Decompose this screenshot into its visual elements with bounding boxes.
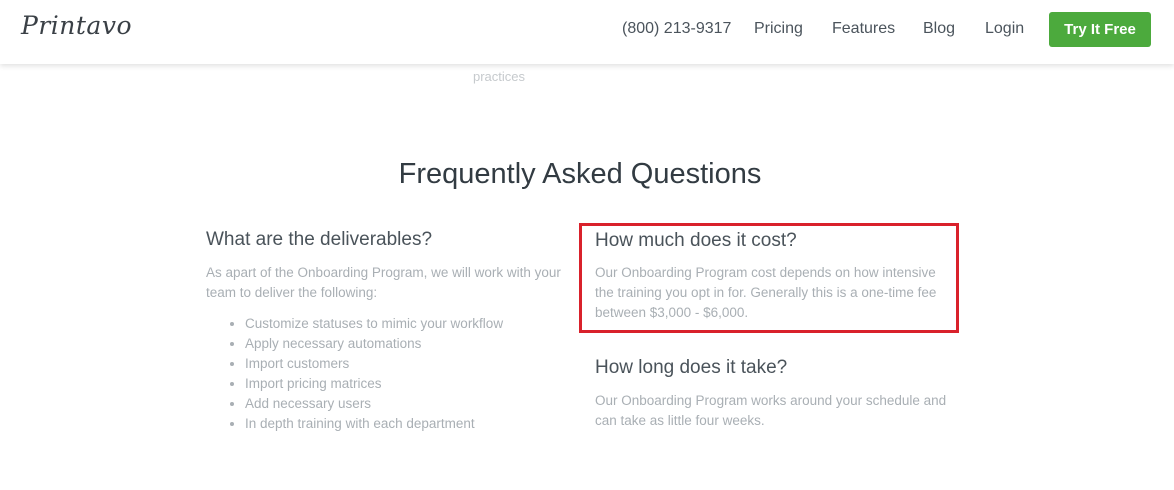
- site-header: Printavo (800) 213-9317 Pricing Features…: [0, 0, 1174, 64]
- deliverables-list: Customize statuses to mimic your workflo…: [227, 314, 503, 434]
- list-item: Customize statuses to mimic your workflo…: [245, 314, 503, 334]
- faq-title: Frequently Asked Questions: [398, 158, 762, 190]
- try-it-free-button[interactable]: Try It Free: [1049, 12, 1151, 47]
- nav-blog-link[interactable]: Blog: [923, 20, 955, 38]
- nav-login-link[interactable]: Login: [985, 20, 1024, 38]
- nav-features-link[interactable]: Features: [832, 20, 895, 38]
- list-item: Add necessary users: [245, 394, 503, 414]
- faq-answer-deliverables: As apart of the Onboarding Program, we w…: [206, 265, 561, 300]
- practices-text: practices: [473, 69, 526, 84]
- faq-question-duration: How long does it take?: [595, 357, 788, 378]
- list-item: In depth training with each department: [245, 414, 503, 434]
- list-item: Import pricing matrices: [245, 374, 503, 394]
- phone-link[interactable]: (800) 213-9317: [622, 20, 731, 38]
- nav-pricing-link[interactable]: Pricing: [754, 20, 803, 38]
- faq-question-deliverables: What are the deliverables?: [206, 229, 433, 250]
- list-item: Apply necessary automations: [245, 334, 503, 354]
- highlight-box: [579, 223, 959, 333]
- printavo-logo[interactable]: Printavo: [21, 11, 132, 40]
- faq-answer-duration: Our Onboarding Program works around your…: [595, 393, 947, 428]
- list-item: Import customers: [245, 354, 503, 374]
